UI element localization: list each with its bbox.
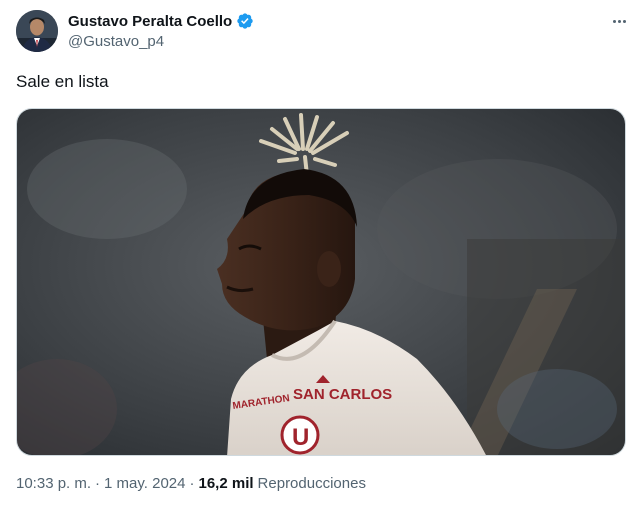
views-label: Reproducciones — [257, 475, 366, 492]
jersey-sponsor-text: SAN CARLOS — [293, 386, 392, 403]
verified-badge-icon — [236, 12, 254, 30]
jersey-badge-text: U — [292, 424, 309, 451]
more-dot — [622, 19, 626, 23]
name-row: Gustavo Peralta Coello — [68, 11, 254, 31]
tweet-date[interactable]: 1 may. 2024 — [104, 475, 185, 492]
tweet: Gustavo Peralta Coello @Gustavo_p4 Sale … — [0, 0, 640, 508]
more-dot — [612, 19, 616, 23]
display-name[interactable]: Gustavo Peralta Coello — [68, 13, 232, 30]
tweet-time[interactable]: 10:33 p. m. — [16, 475, 91, 492]
avatar[interactable] — [16, 10, 58, 52]
views-count: 16,2 mil — [198, 475, 254, 492]
tweet-text: Sale en lista — [16, 72, 109, 91]
more-dot — [617, 19, 621, 23]
handle[interactable]: @Gustavo_p4 — [68, 33, 254, 50]
more-icon[interactable] — [608, 10, 630, 32]
author-block: Gustavo Peralta Coello @Gustavo_p4 — [68, 11, 254, 50]
tweet-meta: 10:33 p. m. · 1 may. 2024 · 16,2 mil Rep… — [16, 475, 366, 492]
tweet-photo[interactable]: SAN CARLOS MARATHON U — [16, 108, 626, 456]
meta-separator: · — [95, 475, 101, 492]
meta-separator: · — [189, 475, 195, 492]
